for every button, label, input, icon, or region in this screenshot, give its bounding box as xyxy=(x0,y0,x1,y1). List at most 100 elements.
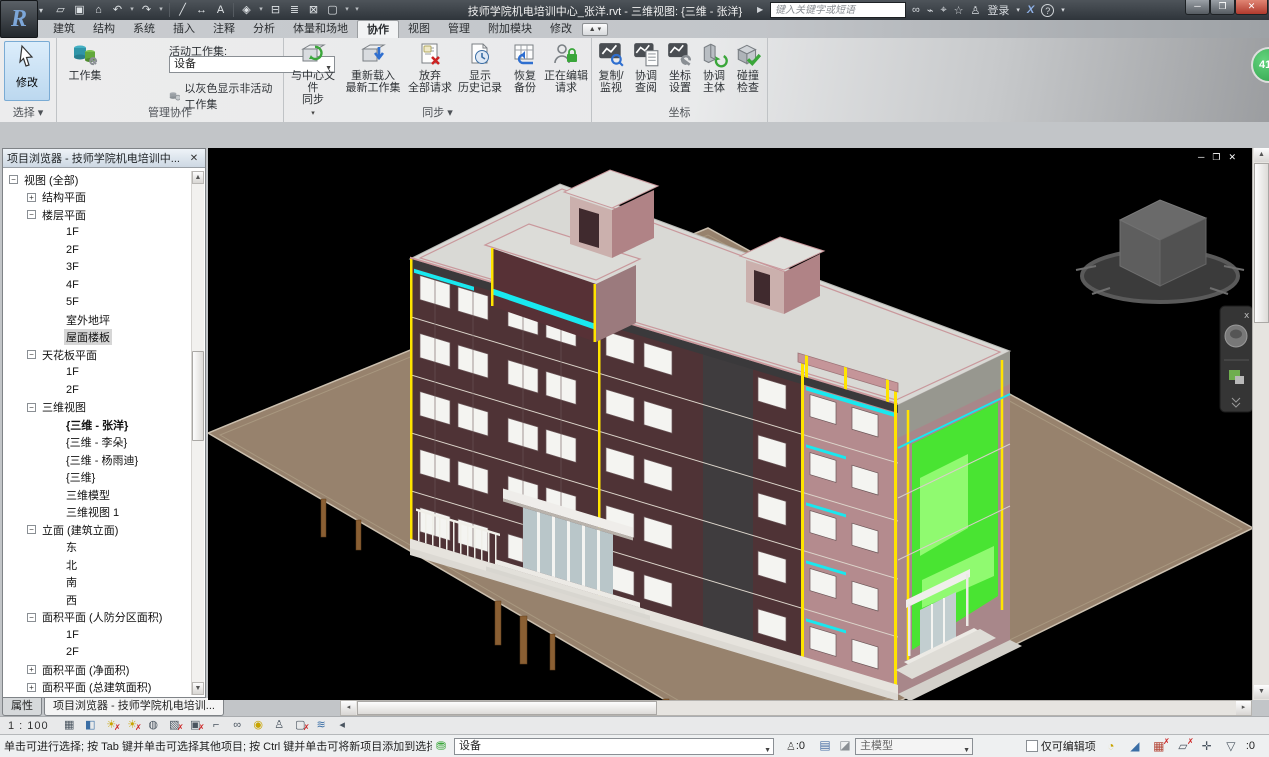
scroll-up-icon[interactable]: ▲ xyxy=(1254,148,1269,162)
viewport-vertical-scrollbar[interactable]: ▲ ▼ xyxy=(1252,148,1269,700)
tree-item[interactable]: 2F xyxy=(5,644,190,662)
coordinate-settings-button[interactable]: 坐标 设置 xyxy=(663,41,697,94)
tree-item[interactable]: 2F xyxy=(5,381,190,399)
tree-item[interactable]: 1F xyxy=(5,364,190,382)
tree-item-label[interactable]: 3F xyxy=(64,261,81,273)
aligned-dimension-icon[interactable]: ↔ xyxy=(193,2,210,18)
help-dropdown-icon[interactable]: ▾ xyxy=(1061,6,1065,14)
tree-item[interactable]: {三维 - 杨雨迪} xyxy=(5,451,190,469)
close-inactive-windows-icon[interactable]: ⊠ xyxy=(305,2,322,18)
tree-item-label[interactable]: 西 xyxy=(64,592,79,608)
undo-icon[interactable]: ↶ xyxy=(109,2,126,18)
scroll-right-icon[interactable]: ▸ xyxy=(1236,701,1251,715)
3d-view[interactable]: x xyxy=(208,148,1252,700)
ribbon-tab[interactable]: 管理 xyxy=(439,20,479,38)
ribbon-tab[interactable]: 附加模块 xyxy=(479,20,541,38)
drag-on-selection-icon[interactable]: ✛ xyxy=(1198,739,1216,753)
crop-region-icon[interactable]: ▣ xyxy=(187,718,204,733)
scroll-down-icon[interactable]: ▼ xyxy=(1254,685,1269,699)
scroll-down-icon[interactable]: ▼ xyxy=(192,682,204,695)
browser-tab[interactable]: 项目浏览器 - 技师学院机电培训... xyxy=(44,698,224,716)
tree-item-label[interactable]: 1F xyxy=(64,226,81,238)
open-icon[interactable]: ▱ xyxy=(52,2,69,18)
favorites-icon[interactable]: ☆ xyxy=(954,4,964,17)
detail-level-icon[interactable]: ▦ xyxy=(61,718,78,733)
viewcube[interactable] xyxy=(1076,200,1244,302)
switch-windows-dropdown-icon[interactable]: ▾ xyxy=(343,2,351,18)
show-history-button[interactable]: 显示 历史记录 xyxy=(456,41,504,94)
navigation-bar[interactable]: x xyxy=(1220,306,1252,412)
infocenter-search-input[interactable]: 键入关键字或短语 xyxy=(770,2,906,18)
customize-qat-icon[interactable]: ▾ xyxy=(353,2,361,18)
tree-item[interactable]: 三维视图 1 xyxy=(5,504,190,522)
signin-label[interactable]: 登录 xyxy=(987,2,1009,18)
sync-panel-label[interactable]: 同步 ▾ xyxy=(284,106,591,122)
text-icon[interactable]: A xyxy=(212,2,229,18)
section-icon[interactable]: ⊟ xyxy=(267,2,284,18)
view-restore-icon[interactable]: ❐ xyxy=(1212,152,1228,162)
ribbon-tab[interactable]: 系统 xyxy=(124,20,164,38)
close-button[interactable]: ✕ xyxy=(1235,0,1268,15)
coordination-review-button[interactable]: 协调 查阅 xyxy=(629,41,663,94)
tree-item-label[interactable]: 天花板平面 xyxy=(40,347,99,363)
tree-item[interactable]: 北 xyxy=(5,556,190,574)
scroll-left-icon[interactable]: ◂ xyxy=(341,701,356,715)
tree-item-label[interactable]: 1F xyxy=(64,629,81,641)
select-panel-label[interactable]: 选择 ▾ xyxy=(0,106,56,122)
select-by-face-icon[interactable]: ▱✗ xyxy=(1174,739,1192,753)
tree-toggle-icon[interactable]: − xyxy=(27,350,36,359)
select-pinned-icon[interactable]: ▦✗ xyxy=(1150,739,1168,753)
tree-toggle-icon[interactable]: + xyxy=(27,683,36,692)
tree-item-label[interactable]: {三维 - 李朵} xyxy=(64,434,129,450)
browser-scrollbar[interactable]: ▲ ▼ xyxy=(191,171,204,695)
ribbon-tab[interactable]: 视图 xyxy=(399,20,439,38)
tree-item-label[interactable]: 5F xyxy=(64,296,81,308)
project-browser-close-icon[interactable]: ✕ xyxy=(187,153,201,164)
tree-item[interactable]: 5F xyxy=(5,294,190,312)
tree-item-label[interactable]: 2F xyxy=(64,384,81,396)
design-option-combo[interactable]: 主模型 ▼ xyxy=(855,738,973,755)
shadows-icon[interactable]: ☀ xyxy=(124,718,141,733)
select-underlay-icon[interactable]: ◢ xyxy=(1126,739,1144,753)
tree-item[interactable]: + 面积平面 (净面积) xyxy=(5,661,190,679)
ribbon-tab[interactable]: 分析 xyxy=(244,20,284,38)
tree-item-label[interactable]: 三维模型 xyxy=(64,487,112,503)
tree-toggle-icon[interactable]: − xyxy=(27,210,36,219)
tree-item-label[interactable]: 2F xyxy=(64,646,81,658)
tree-toggle-icon[interactable]: − xyxy=(27,525,36,534)
rendering-dialog-icon[interactable]: ◍ xyxy=(145,718,162,733)
tree-item-label[interactable]: 室外地坪 xyxy=(64,312,112,328)
interference-check-button[interactable]: 碰撞 检查 xyxy=(731,41,765,94)
select-links-icon[interactable]: ◔ xyxy=(1102,739,1120,753)
tree-item[interactable]: 西 xyxy=(5,591,190,609)
copy-monitor-button[interactable]: 复制/ 监视 xyxy=(593,41,629,94)
hscroll-thumb[interactable] xyxy=(357,701,657,715)
tree-item-label[interactable]: 面积平面 (净面积) xyxy=(40,662,131,678)
editing-requests-icon[interactable]: ♙ xyxy=(786,740,796,753)
restore-button[interactable]: ❐ xyxy=(1210,0,1235,15)
tree-item-label[interactable]: 东 xyxy=(64,539,79,555)
communication-center-icon[interactable]: ⌖ xyxy=(940,4,946,17)
tree-item[interactable]: 1F xyxy=(5,626,190,644)
design-options-dialog-icon[interactable]: ▤ xyxy=(815,738,835,754)
ribbon-minimize-button[interactable]: ▲ ▾ xyxy=(582,23,608,36)
lock-3d-view-icon[interactable]: ⌐ xyxy=(208,718,225,733)
viewbar-collapse-icon[interactable]: ◂ xyxy=(334,718,351,733)
sun-path-icon[interactable]: ☀ xyxy=(103,718,120,733)
modify-button[interactable]: 修改 xyxy=(4,41,50,101)
tree-item[interactable]: + 结构平面 xyxy=(5,189,190,207)
tree-toggle-icon[interactable]: − xyxy=(27,613,36,622)
tree-item[interactable]: − 视图 (全部) xyxy=(5,171,190,189)
worksharing-display-icon[interactable]: ♙ xyxy=(271,718,288,733)
help-icon[interactable]: ? xyxy=(1041,4,1054,17)
tree-toggle-icon[interactable]: + xyxy=(27,665,36,674)
ribbon-tab[interactable]: 注释 xyxy=(204,20,244,38)
scroll-up-icon[interactable]: ▲ xyxy=(192,171,204,184)
tree-item[interactable]: {三维} xyxy=(5,469,190,487)
tree-item[interactable]: − 面积平面 (人防分区面积) xyxy=(5,609,190,627)
ribbon-tab[interactable]: 建筑 xyxy=(44,20,84,38)
design-options-pick-icon[interactable]: ◪ xyxy=(835,738,855,754)
tree-item[interactable]: + 面积平面 (总建筑面积) xyxy=(5,679,190,696)
redo-dropdown-icon[interactable]: ▾ xyxy=(157,2,165,18)
worksets-button[interactable]: 工作集 xyxy=(59,41,111,82)
